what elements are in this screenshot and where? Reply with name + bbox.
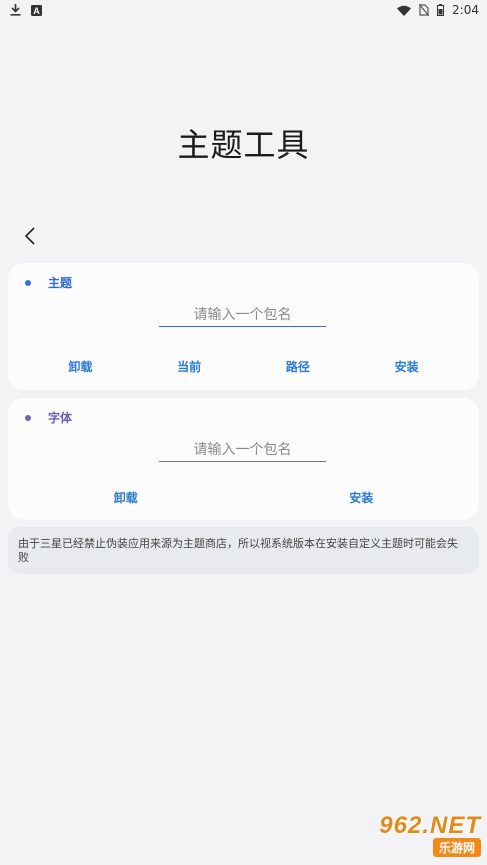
svg-text:A: A: [33, 6, 40, 16]
font-uninstall-button[interactable]: 卸载: [8, 486, 244, 508]
status-right: 2:04: [397, 3, 479, 17]
back-button[interactable]: [16, 224, 44, 252]
theme-package-input[interactable]: [159, 303, 326, 327]
status-left: A: [10, 4, 42, 16]
theme-button-row: 卸载 当前 路径 安装: [8, 355, 479, 377]
font-package-input[interactable]: [159, 438, 326, 462]
font-card-header: 字体: [25, 409, 72, 426]
wifi-icon: [397, 5, 412, 16]
watermark-bottom-text: 乐游网: [432, 837, 481, 857]
font-card: 字体 卸载 安装: [8, 398, 479, 520]
watermark-logo: 962.NET 乐游网: [351, 809, 481, 859]
bullet-dot-icon: [25, 279, 31, 286]
bullet-dot-icon: [25, 414, 31, 421]
status-bar: A 2:04: [0, 0, 487, 20]
chevron-left-icon: [24, 227, 36, 249]
theme-install-button[interactable]: 安装: [352, 355, 461, 377]
theme-card: 主题 卸载 当前 路径 安装: [8, 263, 479, 390]
theme-path-button[interactable]: 路径: [244, 355, 353, 377]
a-badge-icon: A: [31, 4, 42, 16]
theme-current-button[interactable]: 当前: [135, 355, 244, 377]
status-time: 2:04: [452, 3, 479, 17]
page-title: 主题工具: [177, 126, 310, 164]
notice-message: 由于三星已经禁止伪装应用来源为主题商店，所以视系统版本在安装自定义主题时可能会失…: [8, 527, 479, 574]
theme-uninstall-button[interactable]: 卸载: [26, 355, 135, 377]
battery-icon: [437, 4, 445, 16]
theme-card-header: 主题: [25, 274, 72, 291]
font-card-label: 字体: [48, 411, 73, 425]
download-icon: [10, 4, 21, 16]
font-button-row: 卸载 安装: [8, 486, 479, 508]
font-install-button[interactable]: 安装: [244, 486, 480, 508]
watermark-top-text: 962.NET: [379, 811, 481, 839]
no-sim-icon: [419, 4, 430, 16]
theme-card-label: 主题: [48, 276, 73, 290]
